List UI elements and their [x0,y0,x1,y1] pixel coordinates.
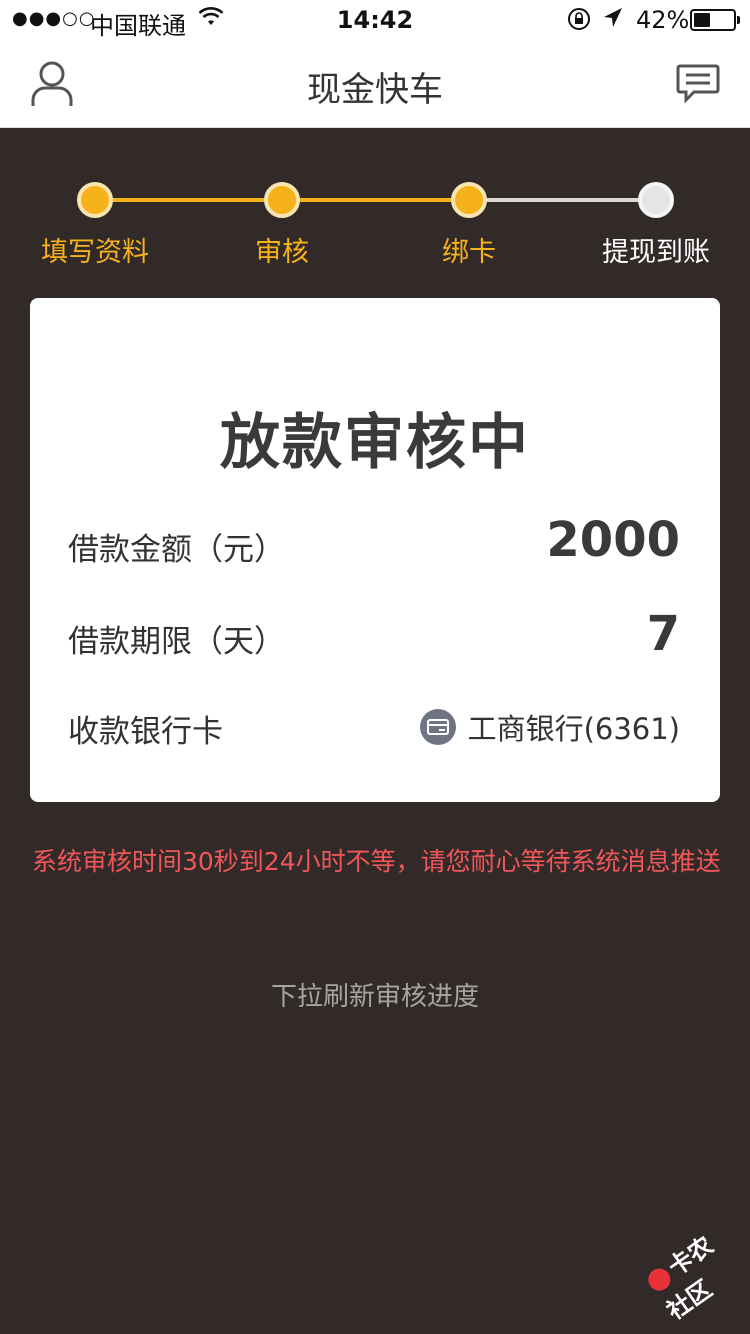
step-dot-fill-info [77,182,113,218]
loan-status-card: 放款审核中 借款金额（元） 2000 借款期限（天） 7 收款银行卡 工商银行(… [30,298,720,802]
review-notice: 系统审核时间30秒到24小时不等，请您耐心等待系统消息推送 [32,847,721,876]
bank-card-value: 工商银行(6361) [467,712,680,746]
step-dot-bind-card [451,182,487,218]
step-label-bind-card: 绑卡 [442,237,496,268]
message-icon[interactable] [676,64,720,104]
step-label-review: 审核 [255,237,309,268]
bank-card-label: 收款银行卡 [68,714,223,750]
rotation-lock-icon [566,6,592,38]
battery-percent: 42% [636,6,690,34]
bank-card-row: 收款银行卡 工商银行(6361) [68,694,680,754]
status-heading: 放款审核中 [220,408,530,478]
progress-track-pending [469,198,656,202]
watermark-logo: 卡农社区 [638,1216,750,1326]
bank-card-value-group: 工商银行(6361) [419,706,680,748]
step-dot-withdraw [638,182,674,218]
status-bar: ●●●○○ 中国联通 14:42 42% [0,0,750,40]
loan-amount-row: 借款金额（元） 2000 [68,512,680,572]
pull-to-refresh-hint[interactable]: 下拉刷新审核进度 [0,976,750,1013]
page-title: 现金快车 [307,70,443,110]
step-dot-review [264,182,300,218]
nav-bar: 现金快车 [0,40,750,128]
loan-amount-label: 借款金额（元） [68,532,285,568]
progress-steps: 填写资料 审核 绑卡 提现到账 [0,128,750,278]
location-arrow-icon [602,6,624,36]
loan-term-label: 借款期限（天） [68,624,285,660]
loan-amount-value: 2000 [546,512,680,568]
battery-icon [690,9,740,31]
loan-term-value: 7 [646,606,680,662]
bank-card-icon [419,709,456,745]
loan-term-row: 借款期限（天） 7 [68,604,680,664]
step-label-withdraw: 提现到账 [602,237,710,268]
step-label-fill-info: 填写资料 [41,237,149,268]
